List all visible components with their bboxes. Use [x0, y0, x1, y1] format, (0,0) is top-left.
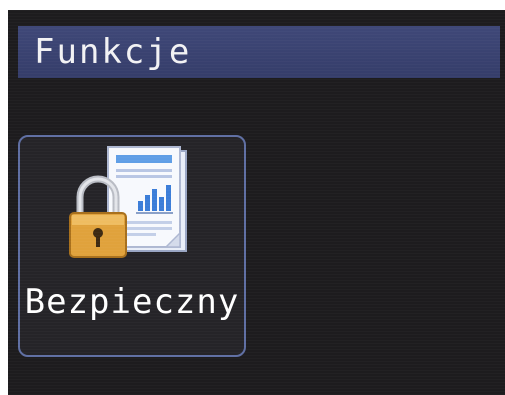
page-title: Funkcje — [34, 32, 192, 72]
tile-label: Bezpieczny — [24, 282, 240, 322]
title-bar: Funkcje — [18, 26, 500, 78]
lcd-screen: Funkcje Bezpieczny — [8, 10, 505, 395]
tile-secure-print[interactable]: Bezpieczny — [18, 135, 246, 357]
secure-document-lock-icon — [69, 146, 187, 258]
lock-icon — [69, 175, 127, 258]
